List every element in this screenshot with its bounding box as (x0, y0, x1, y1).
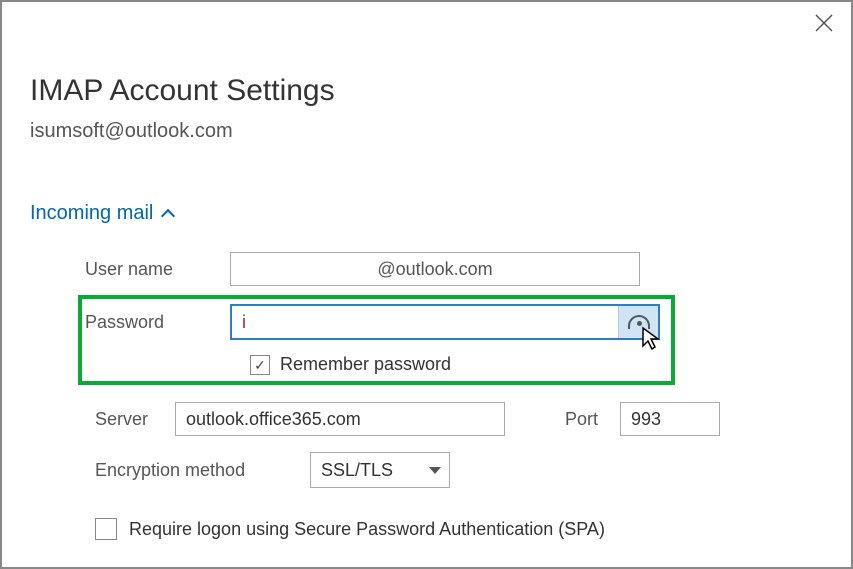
encryption-select[interactable]: SSL/TLS (310, 452, 450, 488)
chevron-down-icon (429, 467, 441, 474)
encryption-value: SSL/TLS (321, 460, 393, 481)
password-label: Password (85, 312, 230, 333)
server-input[interactable]: outlook.office365.com (175, 402, 505, 436)
port-input[interactable]: 993 (620, 402, 720, 436)
password-row: Password i (85, 304, 660, 340)
section-label: Incoming mail (30, 202, 153, 225)
eye-icon (628, 315, 650, 329)
username-label: User name (85, 259, 230, 280)
spa-checkbox[interactable] (95, 518, 117, 540)
incoming-mail-toggle[interactable]: Incoming mail (30, 202, 173, 225)
close-button[interactable] (815, 14, 833, 36)
remember-password-checkbox[interactable]: ✓ (250, 355, 270, 375)
password-input-wrap: i (230, 304, 660, 340)
password-input[interactable]: i (232, 306, 618, 338)
reveal-password-button[interactable] (618, 306, 658, 338)
username-input[interactable]: @outlook.com (230, 252, 640, 286)
account-email: isumsoft@outlook.com (30, 120, 233, 143)
encryption-row: Encryption method SSL/TLS (95, 452, 450, 488)
server-row: Server outlook.office365.com Port 993 (95, 402, 720, 436)
encryption-label: Encryption method (95, 460, 310, 481)
remember-password-label: Remember password (280, 354, 451, 375)
port-label: Port (565, 409, 620, 430)
dialog-title: IMAP Account Settings (30, 74, 335, 108)
server-label: Server (95, 409, 175, 430)
spa-label: Require logon using Secure Password Auth… (129, 519, 605, 540)
close-icon (815, 14, 833, 32)
username-row: User name @outlook.com (85, 252, 640, 286)
spa-row: Require logon using Secure Password Auth… (95, 518, 605, 540)
remember-password-row: ✓ Remember password (250, 354, 451, 375)
account-settings-dialog: IMAP Account Settings isumsoft@outlook.c… (0, 0, 853, 569)
chevron-up-icon (161, 209, 175, 223)
